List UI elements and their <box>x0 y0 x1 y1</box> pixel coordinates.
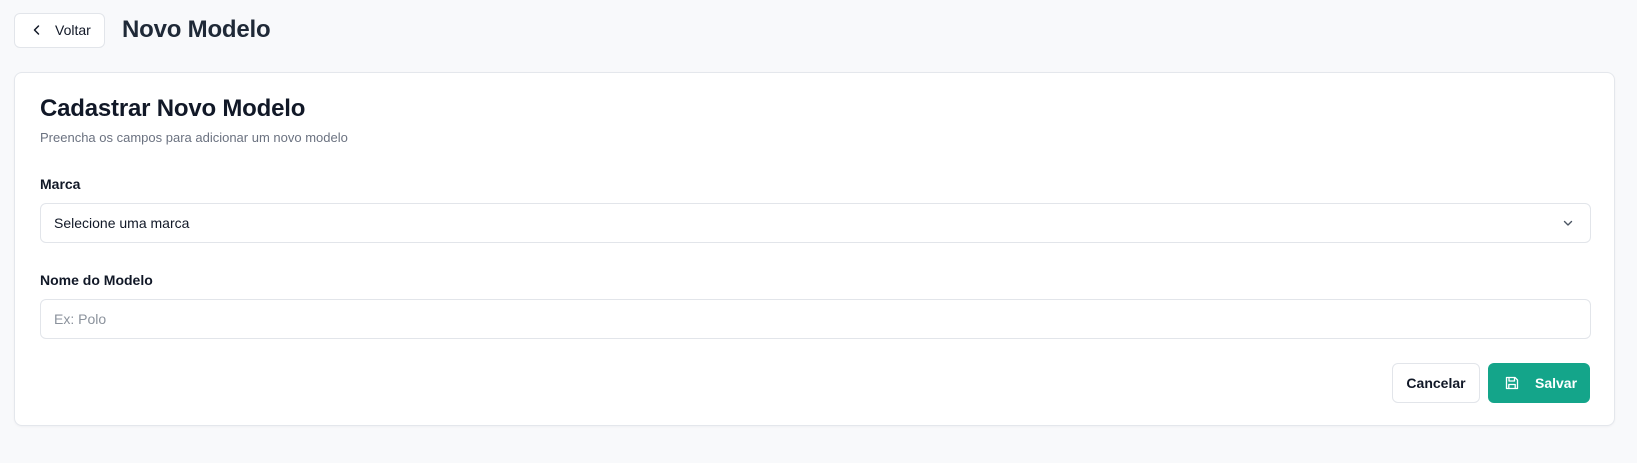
form-subtitle: Preencha os campos para adicionar um nov… <box>40 130 348 145</box>
top-bar: Voltar Novo Modelo <box>14 12 271 48</box>
back-button[interactable]: Voltar <box>14 12 105 48</box>
page-title: Novo Modelo <box>122 16 271 43</box>
model-name-label: Nome do Modelo <box>40 272 153 288</box>
form-card: Cadastrar Novo Modelo Preencha os campos… <box>14 72 1615 426</box>
model-name-input[interactable] <box>40 299 1591 339</box>
cancel-button-label: Cancelar <box>1406 375 1466 391</box>
form-actions: Cancelar Salvar <box>1392 363 1590 403</box>
brand-select-value: Selecione uma marca <box>54 215 190 231</box>
brand-select[interactable]: Selecione uma marca <box>40 203 1591 243</box>
save-button-label: Salvar <box>1535 375 1578 391</box>
save-button[interactable]: Salvar <box>1488 363 1590 403</box>
save-icon <box>1504 375 1520 391</box>
cancel-button[interactable]: Cancelar <box>1392 363 1480 403</box>
brand-label: Marca <box>40 176 81 192</box>
form-title: Cadastrar Novo Modelo <box>40 95 306 122</box>
chevron-down-icon <box>1560 215 1576 231</box>
back-button-label: Voltar <box>55 22 91 38</box>
chevron-left-icon <box>29 22 45 38</box>
